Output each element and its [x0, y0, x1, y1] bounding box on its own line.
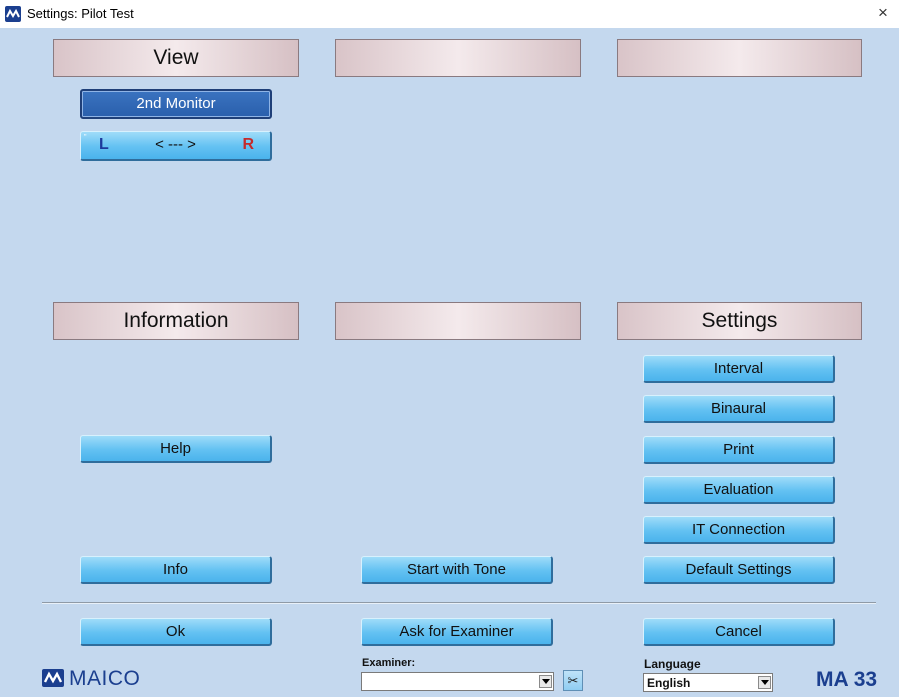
- panel-header-view: View: [53, 39, 299, 77]
- it-connection-button[interactable]: IT Connection: [643, 516, 835, 544]
- close-icon[interactable]: ×: [873, 3, 893, 23]
- default-settings-button[interactable]: Default Settings: [643, 556, 835, 584]
- help-button[interactable]: Help: [80, 435, 272, 463]
- interval-button[interactable]: Interval: [643, 355, 835, 383]
- left-right-swap-button[interactable]: " < --- > L R: [80, 131, 272, 161]
- chevron-down-icon[interactable]: [758, 676, 771, 689]
- examiner-label: Examiner:: [362, 657, 416, 669]
- panel-header-empty-middle: [335, 39, 581, 77]
- right-ear-label: R: [242, 136, 254, 153]
- cancel-button[interactable]: Cancel: [643, 618, 835, 646]
- maico-logo-text: MAICO: [69, 667, 141, 690]
- language-value: English: [647, 676, 691, 690]
- start-with-tone-button[interactable]: Start with Tone: [361, 556, 553, 584]
- binaural-button[interactable]: Binaural: [643, 395, 835, 423]
- divider-line: [42, 602, 876, 604]
- model-label: MA 33: [816, 668, 878, 691]
- language-dropdown[interactable]: English: [643, 673, 773, 692]
- panel-header-information: Information: [53, 302, 299, 340]
- print-button[interactable]: Print: [643, 436, 835, 464]
- panel-header-settings: Settings: [617, 302, 862, 340]
- window-title: Settings: Pilot Test: [27, 6, 134, 21]
- left-ear-label: L: [99, 136, 109, 153]
- panel-header-empty-right: [617, 39, 862, 77]
- examiner-dropdown[interactable]: [361, 672, 554, 691]
- info-button[interactable]: Info: [80, 556, 272, 584]
- ask-for-examiner-button[interactable]: Ask for Examiner: [361, 618, 553, 646]
- chevron-down-icon[interactable]: [539, 675, 552, 688]
- language-label: Language: [644, 657, 701, 671]
- scissors-button[interactable]: ✂: [563, 670, 583, 691]
- second-monitor-button[interactable]: 2nd Monitor: [80, 89, 272, 119]
- title-bar: Settings: Pilot Test ×: [0, 0, 899, 28]
- evaluation-button[interactable]: Evaluation: [643, 476, 835, 504]
- maico-logo-icon: [42, 669, 64, 687]
- ok-button[interactable]: Ok: [80, 618, 272, 646]
- panel-header-empty-bottom-middle: [335, 302, 581, 340]
- maico-icon: [5, 6, 21, 22]
